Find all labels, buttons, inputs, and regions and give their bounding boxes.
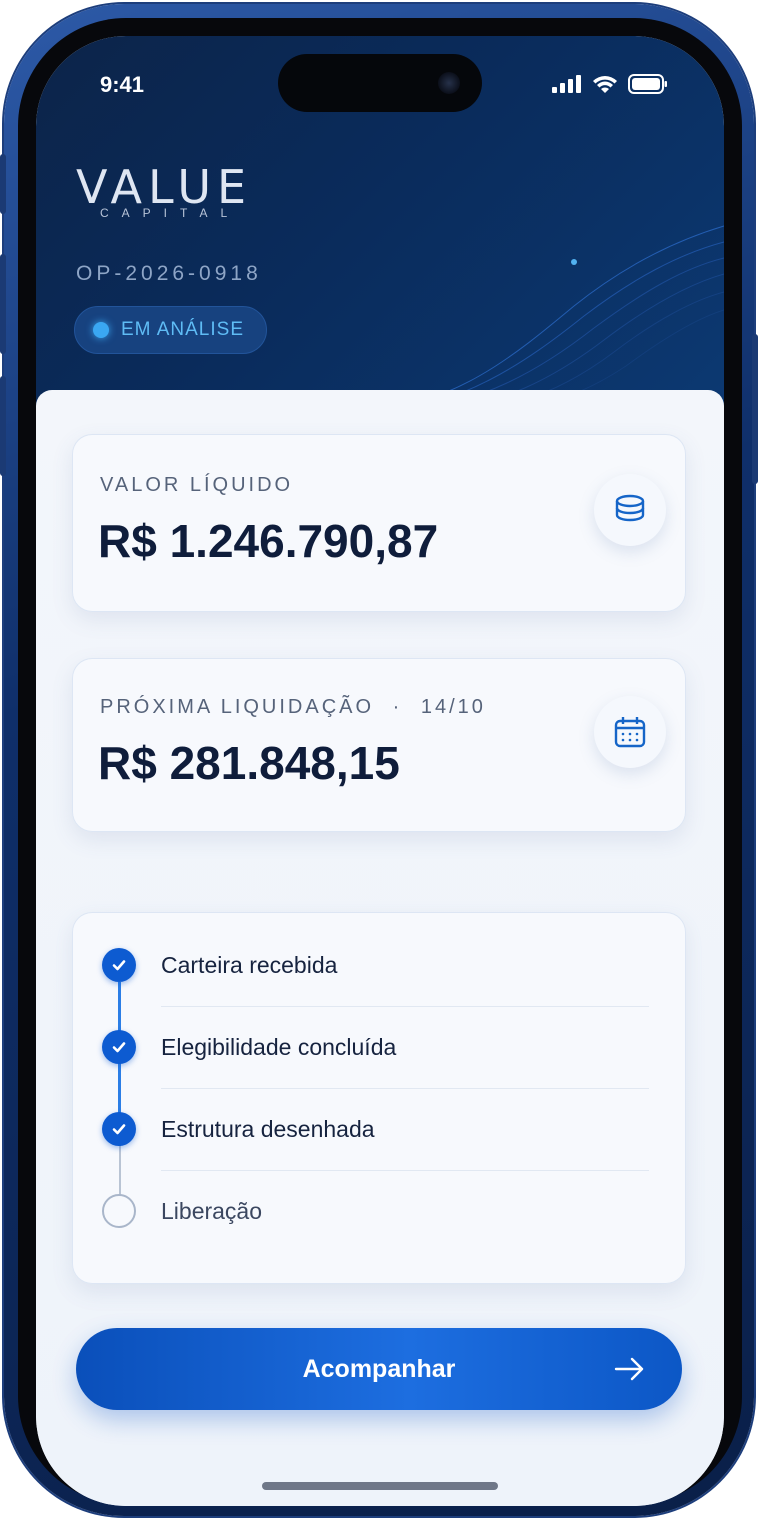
brand-name: VALUE [76,160,253,214]
net-value-card[interactable]: VALOR LÍQUIDO R$ 1.246.790,87 [72,434,686,612]
timeline-step: Liberação [72,1170,686,1252]
status-icons [552,74,668,94]
power-button [752,334,758,484]
track-button-label: Acompanhar [302,1354,456,1383]
step-label: Carteira recebida [161,952,338,978]
progress-timeline: Carteira recebida Elegibilidade concluíd… [72,912,686,1284]
calendar-icon [594,696,666,768]
next-settlement-card[interactable]: PRÓXIMA LIQUIDAÇÃO · 14/10 R$ 281.848,15 [72,658,686,832]
dynamic-island [278,54,482,112]
timeline-step: Carteira recebida [72,924,686,1006]
next-settlement-date: 14/10 [420,696,486,718]
app-screen: 9:41 VALUE CAPITAL OP-2026-0918 EM ANÁLI… [36,36,724,1506]
track-button[interactable]: Acompanhar [76,1328,682,1410]
camera-icon [438,72,460,94]
step-label: Elegibilidade concluída [161,1034,397,1060]
pending-circle-icon [102,1194,136,1228]
home-indicator[interactable] [262,1482,498,1490]
check-icon [102,1112,136,1146]
check-icon [102,948,136,982]
wave-decoration-icon [364,225,724,416]
step-label: Liberação [161,1198,263,1224]
coins-stack-icon [594,474,666,546]
wifi-icon [593,75,617,93]
next-settlement-amount: R$ 281.848,15 [98,737,400,789]
step-label: Estrutura desenhada [161,1116,375,1142]
status-time: 9:41 [100,72,145,97]
next-settlement-label-row: PRÓXIMA LIQUIDAÇÃO · 14/10 [100,696,486,719]
status-badge-label: EM ANÁLISE [121,319,244,340]
status-badge: EM ANÁLISE [74,306,267,354]
check-icon [102,1030,136,1064]
action-button [0,154,6,214]
volume-down-button [0,376,6,476]
label-separator: · [392,696,403,718]
net-value-amount: R$ 1.246.790,87 [98,515,439,567]
volume-up-button [0,254,6,354]
header-hero: 9:41 VALUE CAPITAL OP-2026-0918 EM ANÁLI… [36,36,724,416]
brand-logo: VALUE CAPITAL [76,164,266,226]
operation-id: OP-2026-0918 [76,262,262,285]
timeline-step: Estrutura desenhada [72,1088,686,1170]
next-settlement-label: PRÓXIMA LIQUIDAÇÃO [100,696,375,718]
battery-icon [628,74,667,94]
net-value-label: VALOR LÍQUIDO [100,474,294,496]
signal-icon [552,75,581,93]
timeline-step: Elegibilidade concluída [72,1006,686,1088]
arrow-right-icon [614,1357,644,1381]
status-dot-icon [93,322,109,338]
